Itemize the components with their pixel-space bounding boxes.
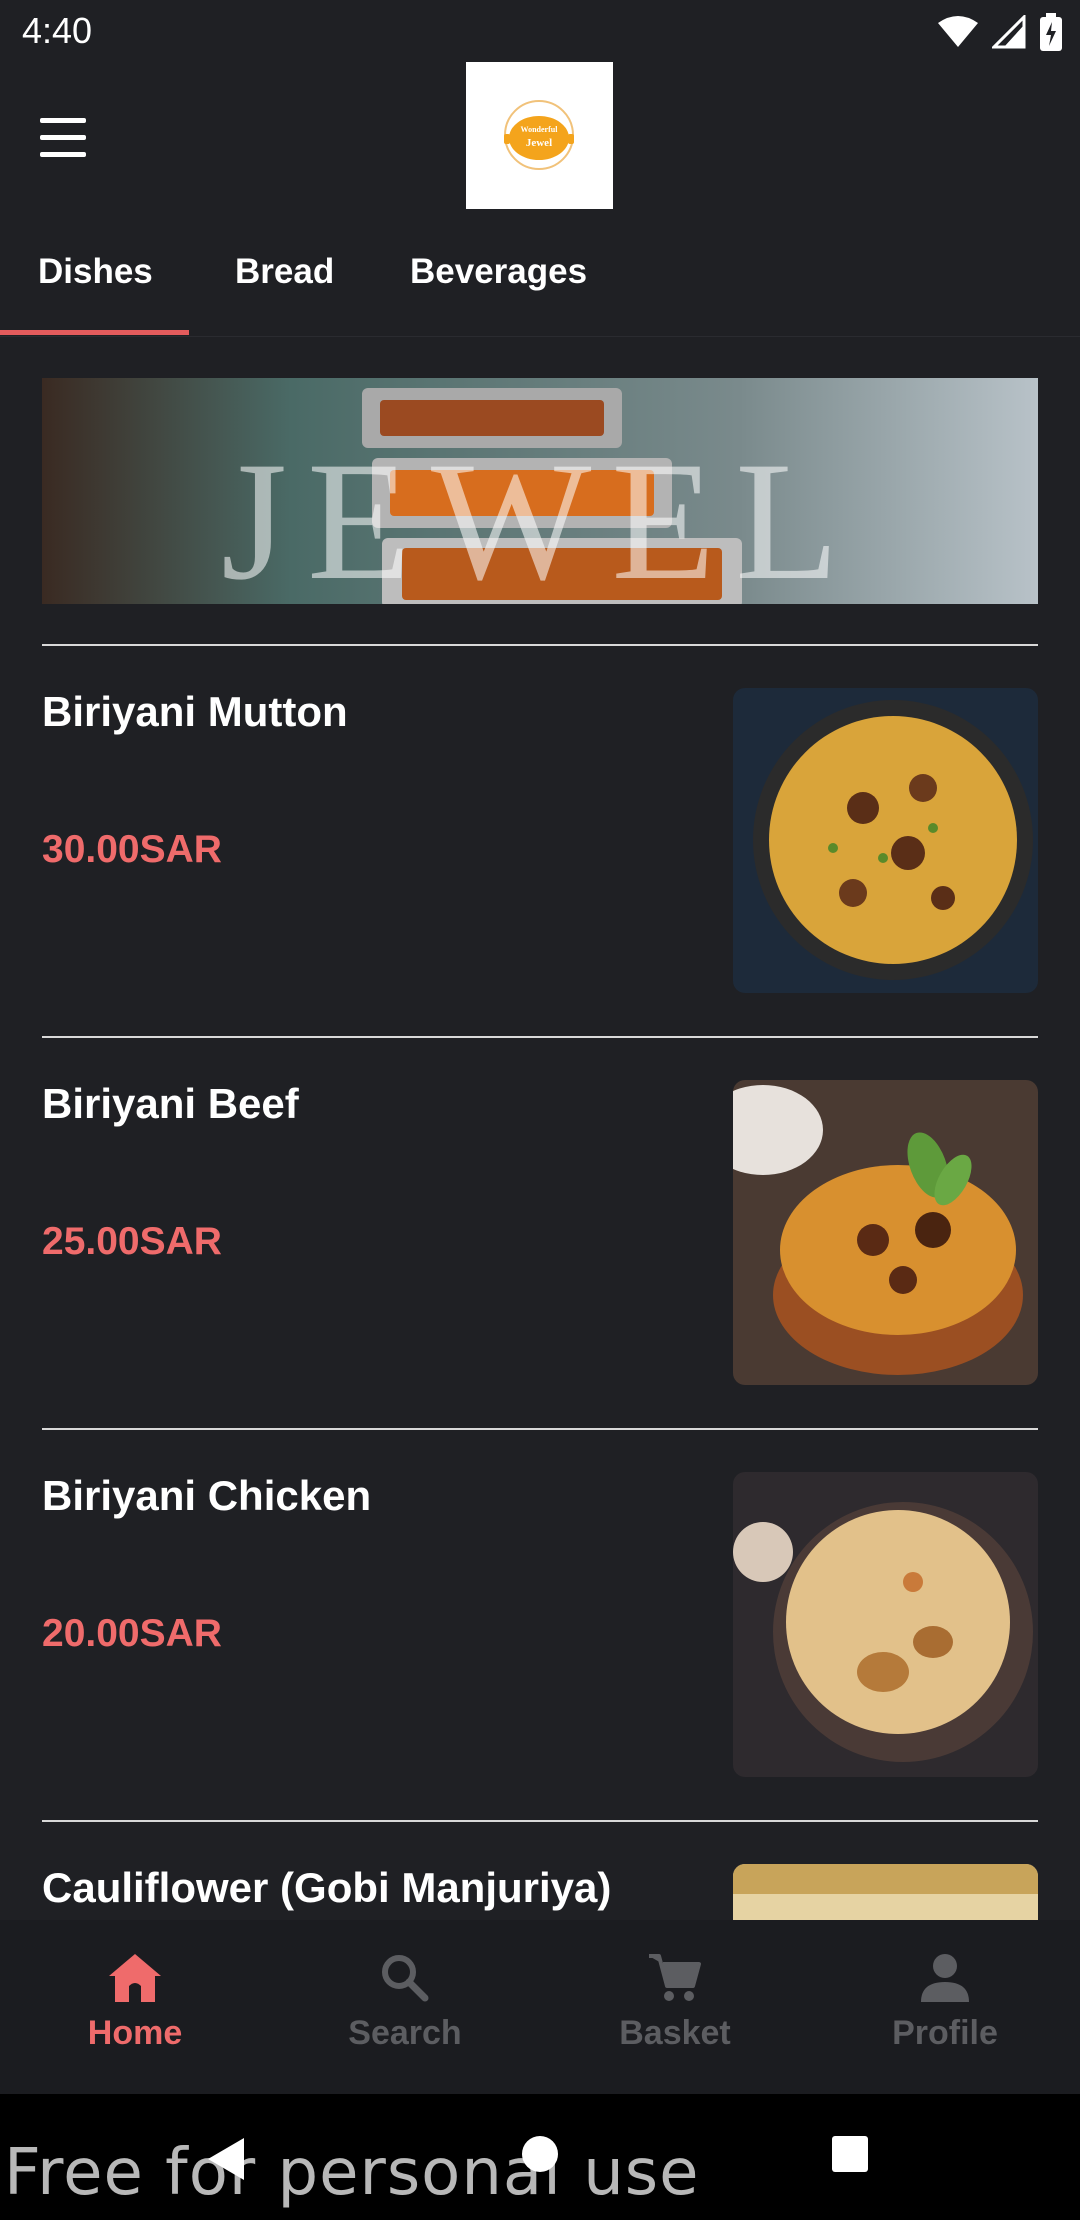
- promo-banner[interactable]: JEWEL: [42, 378, 1038, 604]
- status-bar: 4:40: [0, 0, 1080, 62]
- dish-name: Biriyani Chicken: [42, 1472, 372, 1519]
- dish-name: Biriyani Mutton: [42, 688, 348, 735]
- dish-item-beef[interactable]: Biriyani Beef 25.00SAR: [0, 1080, 1080, 1472]
- nav-profile[interactable]: Profile: [810, 1950, 1080, 2080]
- active-tab-indicator: [0, 330, 189, 335]
- person-icon: [921, 1954, 969, 2002]
- dish-name: Cauliflower (Gobi Manjuriya): [42, 1864, 612, 1911]
- recents-icon[interactable]: [830, 2134, 870, 2174]
- tab-beverages[interactable]: Beverages: [410, 252, 587, 292]
- app-bar: Wonderful Jewel: [0, 62, 1080, 212]
- restaurant-logo: Wonderful Jewel: [466, 62, 613, 209]
- logo-text-top: Wonderful: [521, 125, 559, 134]
- dish-item-chicken[interactable]: Biriyani Chicken 20.00SAR: [0, 1472, 1080, 1864]
- wifi-icon: [938, 16, 978, 47]
- nav-home[interactable]: Home: [0, 1950, 270, 2080]
- nav-label: Profile: [892, 2014, 998, 2052]
- watermark-text: Free for personal use: [4, 2136, 700, 2210]
- battery-icon: [1040, 13, 1062, 51]
- logo-text-bottom: Jewel: [526, 137, 552, 149]
- dish-image: [733, 688, 1038, 993]
- dish-list: JEWEL Biriyani Mutton 30.00SAR Biriyani …: [0, 336, 1080, 1920]
- cart-icon: [649, 1954, 701, 2001]
- divider: [42, 1820, 1038, 1822]
- bottom-navigation: Home Search Basket Profile: [0, 1920, 1080, 2094]
- status-icons: [938, 12, 1062, 52]
- home-icon: [109, 1954, 161, 2002]
- divider: [42, 1036, 1038, 1038]
- category-tabs: Dishes Bread Beverages: [0, 212, 1080, 337]
- banner-text: JEWEL: [221, 427, 859, 604]
- dish-price: 20.00SAR: [42, 1612, 222, 1655]
- signal-icon: [992, 15, 1026, 49]
- search-icon: [382, 1955, 429, 2002]
- tab-bread[interactable]: Bread: [235, 252, 334, 292]
- divider: [42, 1428, 1038, 1430]
- nav-label: Basket: [619, 2014, 731, 2052]
- dish-name: Biriyani Beef: [42, 1080, 299, 1127]
- nav-basket[interactable]: Basket: [540, 1950, 810, 2080]
- status-time: 4:40: [22, 10, 93, 51]
- dish-item-mutton[interactable]: Biriyani Mutton 30.00SAR: [0, 688, 1080, 1080]
- dish-price: 25.00SAR: [42, 1220, 222, 1263]
- nav-label: Search: [348, 2014, 462, 2052]
- dish-image: [733, 1864, 1038, 1920]
- dish-image: [733, 1472, 1038, 1777]
- tab-dishes[interactable]: Dishes: [38, 252, 153, 292]
- hamburger-menu-button[interactable]: [38, 118, 88, 158]
- dish-item-cauliflower[interactable]: Cauliflower (Gobi Manjuriya): [0, 1864, 1080, 1920]
- nav-label: Home: [87, 2014, 183, 2052]
- divider: [42, 644, 1038, 646]
- dish-image: [733, 1080, 1038, 1385]
- nav-search[interactable]: Search: [270, 1950, 540, 2080]
- dish-price: 30.00SAR: [42, 828, 222, 871]
- logo-emblem-icon: Wonderful Jewel: [504, 100, 574, 170]
